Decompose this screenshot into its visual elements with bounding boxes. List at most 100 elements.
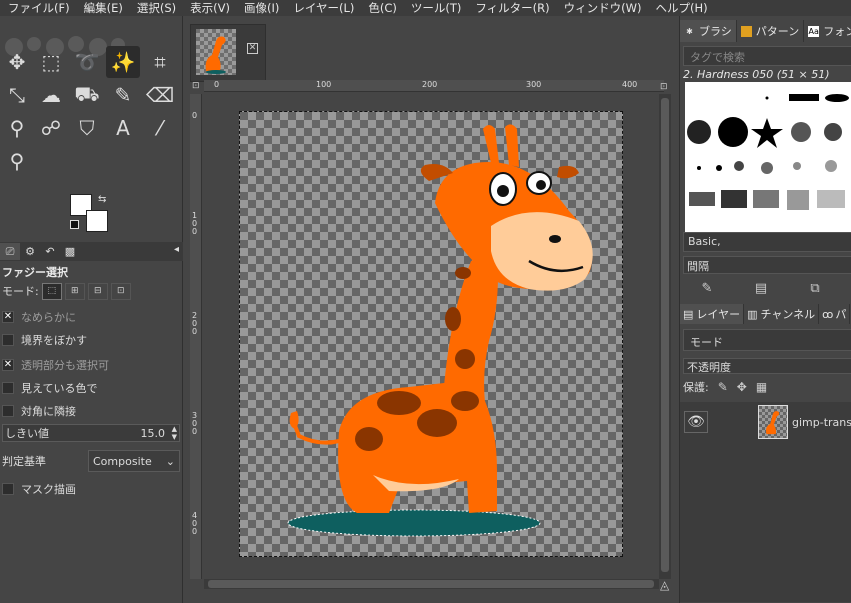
criterion-row: 判定基準 Composite ⌄ — [2, 449, 180, 473]
edit-brush-icon[interactable]: ✎ — [680, 281, 734, 296]
color-picker-icon[interactable]: ⁄ — [143, 112, 177, 144]
visible-option[interactable]: 見えている色で — [2, 379, 97, 397]
swap-colors-icon[interactable]: ⇆ — [98, 194, 106, 205]
tab-channels[interactable]: ▥ チャンネル — [744, 304, 820, 324]
brush-tag-search[interactable]: タグで検索 — [683, 46, 851, 66]
brush-grid[interactable] — [685, 82, 851, 232]
lasso-icon[interactable]: ➰ — [70, 46, 104, 78]
warp-icon[interactable]: ☁ — [34, 79, 68, 111]
lock-pixels-icon[interactable]: ✎ — [718, 380, 728, 394]
menu-item-0[interactable]: ファイル(F) — [0, 0, 76, 16]
move-tool-icon[interactable]: ✥ — [0, 46, 34, 78]
menu-item-4[interactable]: 画像(I) — [236, 0, 285, 16]
vertical-scrollbar[interactable] — [659, 94, 671, 579]
tab-patterns-label: パターン — [755, 25, 800, 38]
transparent-option[interactable]: ✕ 透明部分も選択可 — [2, 356, 109, 374]
dodge-icon[interactable]: ⛉ — [70, 112, 104, 144]
menu-item-9[interactable]: ウィンドウ(W) — [556, 0, 648, 16]
selection-mode-row: モード: ⬚ ⊞ ⊟ ⊡ — [0, 282, 131, 300]
visible-checkbox[interactable] — [2, 382, 14, 394]
criterion-select[interactable]: Composite ⌄ — [88, 450, 180, 472]
bucket-fill-icon[interactable]: ⛟ — [70, 79, 104, 111]
tab-brushes[interactable]: ✱ ブラシ — [680, 20, 737, 42]
transform-icon[interactable]: ⤡ — [0, 79, 34, 111]
draw-mask-option[interactable]: マスク描画 — [2, 480, 76, 498]
current-brush-name: 2. Hardness 050 (51 × 51) — [683, 68, 830, 81]
layers-tab-icon: ▤ — [683, 307, 694, 321]
draw-mask-checkbox[interactable] — [2, 483, 14, 495]
horizontal-scroll-thumb[interactable] — [208, 580, 654, 588]
visibility-eye-icon[interactable]: 👁 — [684, 411, 709, 433]
menu-item-8[interactable]: フィルター(R) — [467, 0, 555, 16]
antialias-option[interactable]: ✕ なめらかに — [2, 308, 76, 326]
ruler-v-label: 2 0 0 — [192, 311, 198, 336]
quick-mask-corner-icon[interactable]: ⊡ — [192, 81, 200, 91]
diagonal-checkbox[interactable] — [2, 405, 14, 417]
criterion-label: 判定基準 — [2, 455, 46, 468]
text-tool-icon[interactable]: A — [106, 112, 140, 144]
rect-select-icon[interactable]: ⬚ — [34, 46, 68, 78]
tab-paths[interactable]: ꝏパ — [819, 304, 851, 324]
mode-intersect-button[interactable]: ⊡ — [110, 282, 131, 300]
clone-icon[interactable]: ⚲ — [0, 112, 34, 144]
transparent-checkbox[interactable]: ✕ — [2, 359, 14, 371]
threshold-spin-icon[interactable]: ▲ ▼ — [172, 425, 177, 441]
ruler-v-label: 1 0 0 — [192, 211, 198, 236]
lock-alpha-icon[interactable]: ▦ — [756, 380, 767, 394]
brush-dock-tabs: ✱ ブラシ パターン Aa フォン — [680, 20, 851, 42]
tab-fonts[interactable]: Aa フォン — [804, 20, 851, 42]
smudge-icon[interactable]: ☍ — [34, 112, 68, 144]
threshold-value: 15.0 — [140, 426, 166, 440]
feather-option[interactable]: 境界をぼかす — [2, 331, 87, 349]
dock-menu-icon[interactable]: ◂ — [174, 244, 179, 255]
brush-preset[interactable]: Basic, — [683, 232, 851, 252]
tool-options-tab-icon[interactable]: ⎚ — [0, 243, 20, 260]
feather-checkbox[interactable] — [2, 334, 14, 346]
menu-item-7[interactable]: ツール(T) — [403, 0, 468, 16]
images-tab-icon[interactable]: ▩ — [60, 243, 80, 260]
menu-item-10[interactable]: ヘルプ(H) — [647, 0, 713, 16]
vertical-ruler: 0 1 0 0 2 0 0 3 0 0 4 0 0 — [190, 94, 202, 579]
zoom-icon[interactable]: ⚲ — [0, 145, 34, 177]
tab-channels-label: チャンネル — [760, 308, 816, 321]
image-window: ✕ 0 100 200 300 400 0 1 0 0 2 0 0 3 0 0 4 0 0 ⊡ — [184, 16, 678, 603]
paintbrush-icon[interactable]: ✎ — [106, 79, 140, 111]
layer-opacity-slider[interactable]: 不透明度 — [683, 358, 851, 374]
eraser-icon[interactable]: ⌫ — [143, 79, 177, 111]
horizontal-scrollbar[interactable] — [204, 579, 659, 589]
ruler-h-label: 400 — [622, 80, 638, 89]
threshold-slider[interactable]: しきい値 15.0 ▲ ▼ — [2, 424, 180, 442]
font-tab-icon: Aa — [808, 25, 820, 37]
antialias-checkbox[interactable]: ✕ — [2, 311, 14, 323]
fuzzy-select-icon[interactable]: ✨ — [106, 46, 140, 78]
menu-item-2[interactable]: 選択(S) — [129, 0, 182, 16]
mode-replace-button[interactable]: ⬚ — [41, 282, 62, 300]
diagonal-option[interactable]: 対角に隣接 — [2, 402, 76, 420]
default-colors-icon[interactable] — [70, 220, 79, 229]
layer-mode-select[interactable]: モード — [683, 329, 851, 351]
undo-history-tab-icon[interactable]: ↶ — [40, 243, 60, 260]
menu-item-1[interactable]: 編集(E) — [76, 0, 129, 16]
menu-item-6[interactable]: 色(C) — [360, 0, 403, 16]
layer-item[interactable]: 👁 gimp-trans — [680, 402, 851, 442]
zoom-toggle-icon[interactable]: ⊡ — [660, 82, 668, 92]
canvas-viewport[interactable] — [204, 94, 659, 579]
lock-position-icon[interactable]: ✥ — [737, 380, 747, 394]
duplicate-brush-icon[interactable]: ⧉ — [788, 281, 842, 296]
background-color[interactable] — [86, 210, 108, 232]
vertical-scroll-thumb[interactable] — [661, 98, 669, 572]
mode-subtract-button[interactable]: ⊟ — [87, 282, 108, 300]
mode-add-button[interactable]: ⊞ — [64, 282, 85, 300]
draw-mask-label: マスク描画 — [21, 483, 76, 496]
navigate-icon[interactable]: ◬ — [660, 578, 669, 592]
tab-patterns[interactable]: パターン — [737, 20, 805, 42]
close-icon[interactable]: ✕ — [247, 43, 258, 54]
menu-item-3[interactable]: 表示(V) — [182, 0, 236, 16]
image-tab[interactable]: ✕ — [190, 24, 266, 82]
brush-spacing-slider[interactable]: 間隔 — [683, 256, 851, 274]
crop-icon[interactable]: ⌗ — [143, 46, 177, 78]
menu-item-5[interactable]: レイヤー(L) — [285, 0, 360, 16]
device-status-tab-icon[interactable]: ⚙ — [20, 243, 40, 260]
new-brush-icon[interactable]: ▤ — [734, 281, 788, 296]
tab-layers[interactable]: ▤ レイヤー — [680, 304, 745, 324]
